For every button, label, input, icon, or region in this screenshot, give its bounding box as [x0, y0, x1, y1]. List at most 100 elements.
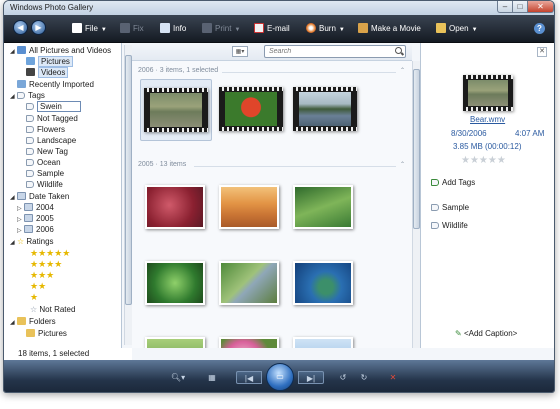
next-button[interactable]: ▶|	[298, 371, 324, 384]
rotate-right-button[interactable]: ↻	[358, 371, 370, 384]
info-rating[interactable]: ★★★★★	[461, 155, 506, 166]
rating-5-stars[interactable]: ★★★★★	[30, 248, 70, 259]
navigation-pane: ◢ All Pictures and Videos Pictures Videos…	[4, 43, 122, 348]
tree-tag-landscape[interactable]: Landscape	[26, 136, 76, 145]
info-tag-wildlife[interactable]: Wildlife	[431, 221, 468, 230]
tree-folder-pictures[interactable]: Pictures	[26, 329, 67, 338]
chevron-down-icon: ▼	[234, 27, 241, 33]
collapse-icon[interactable]: ◢	[10, 239, 17, 246]
nav-scroll-thumb[interactable]	[125, 55, 132, 305]
tag-name-editbox[interactable]: Swein	[26, 101, 81, 112]
tree-date-taken[interactable]: ◢ Date Taken	[10, 192, 69, 201]
info-filename[interactable]: Bear.wmv	[470, 115, 505, 124]
collapse-icon[interactable]: ◢	[10, 319, 17, 326]
rating-1-star[interactable]: ★	[30, 292, 38, 303]
rating-4-stars[interactable]: ★★★★	[30, 259, 62, 270]
tree-tag-sample[interactable]: Sample	[26, 169, 64, 178]
thumbnail-photo[interactable]	[288, 177, 360, 239]
expand-icon[interactable]: ▷	[17, 227, 24, 234]
minimize-button[interactable]: –	[497, 1, 513, 13]
rotate-left-button[interactable]: ↺	[337, 371, 349, 384]
collapse-icon[interactable]: ◢	[10, 48, 17, 55]
collapse-icon[interactable]: ◢	[10, 93, 17, 100]
previous-button[interactable]: |◀	[236, 371, 262, 384]
tree-pictures[interactable]: Pictures	[26, 56, 73, 67]
fix-button[interactable]: Fix	[120, 23, 144, 33]
tag-icon	[431, 222, 439, 229]
make-movie-button[interactable]: Make a Movie	[358, 23, 421, 33]
info-date[interactable]: 8/30/2006	[451, 129, 487, 138]
thumbnail-photo[interactable]	[214, 177, 286, 239]
tree-year-2005[interactable]: ▷ 2005	[17, 214, 54, 223]
print-menu[interactable]: Print ▼	[202, 23, 240, 33]
collapse-group-icon[interactable]: ⌃	[400, 161, 405, 168]
forward-button[interactable]: ▶	[31, 20, 46, 35]
tree-tags[interactable]: ◢ Tags	[10, 91, 45, 100]
file-menu[interactable]: File ▼	[72, 23, 107, 33]
thumbnail-butterfly-video[interactable]	[216, 79, 288, 141]
thumbnail-photo[interactable]	[214, 329, 286, 348]
empty-star-icon: ☆	[30, 305, 40, 314]
thumbnail-photo[interactable]	[140, 329, 212, 348]
thumbnail-lake-video[interactable]	[290, 79, 362, 141]
thumbnail-photo[interactable]	[288, 329, 360, 348]
search-input[interactable]	[264, 45, 406, 58]
tree-recently-imported[interactable]: Recently Imported	[17, 80, 94, 89]
add-caption-button[interactable]: ✎ <Add Caption>	[455, 329, 517, 338]
thumbnail-photo[interactable]	[288, 253, 360, 315]
main-scrollbar[interactable]	[412, 61, 420, 348]
zoom-button[interactable]: 🔍︎▾	[168, 371, 188, 384]
collapse-group-icon[interactable]: ⌃	[400, 67, 405, 74]
expand-icon[interactable]: ▷	[17, 205, 24, 212]
email-button[interactable]: E-mail	[254, 23, 290, 33]
thumbnail-photo[interactable]	[140, 253, 212, 315]
group-header-2006[interactable]: 2006 · 3 items, 1 selected	[138, 67, 218, 74]
tree-all-pictures-videos[interactable]: ◢ All Pictures and Videos	[10, 46, 111, 55]
view-options-button[interactable]: ▦▾	[232, 46, 248, 57]
info-time[interactable]: 4:07 AM	[515, 129, 544, 138]
rating-2-stars[interactable]: ★★	[30, 281, 46, 292]
close-info-pane-button[interactable]: ✕	[537, 47, 547, 57]
tree-videos[interactable]: Videos	[26, 67, 69, 78]
tree-tag-flowers[interactable]: Flowers	[26, 125, 65, 134]
open-menu[interactable]: Open ▼	[436, 23, 478, 33]
add-tags-button[interactable]: Add Tags	[431, 178, 475, 187]
close-button[interactable]: ✕	[527, 1, 554, 13]
group-header-2005[interactable]: 2005 · 13 items	[138, 161, 186, 168]
thumbnail-photo[interactable]	[214, 253, 286, 315]
actual-size-button[interactable]: ▦	[206, 371, 218, 384]
tag-icon	[26, 115, 34, 122]
calendar-icon	[24, 203, 33, 211]
back-button[interactable]: ◀	[13, 20, 28, 35]
help-button[interactable]: ?	[534, 23, 545, 34]
tag-icon	[26, 126, 34, 133]
tree-folders[interactable]: ◢ Folders	[10, 317, 56, 326]
tree-not-rated[interactable]: ☆ Not Rated	[30, 305, 75, 314]
info-tag-sample[interactable]: Sample	[431, 203, 469, 212]
search-icon[interactable]	[395, 47, 402, 54]
expand-icon[interactable]: ▷	[17, 216, 24, 223]
tree-tag-wildlife[interactable]: Wildlife	[26, 180, 63, 189]
thumbnail-bear-video[interactable]	[140, 79, 212, 141]
info-button[interactable]: Info	[160, 23, 186, 33]
rating-3-stars[interactable]: ★★★	[30, 270, 54, 281]
tree-not-tagged[interactable]: Not Tagged	[26, 114, 78, 123]
tree-ratings[interactable]: ◢ ☆ Ratings	[10, 237, 54, 246]
tree-tag-new[interactable]: New Tag	[26, 147, 68, 156]
slideshow-button[interactable]: ▭	[266, 363, 294, 391]
divider	[194, 166, 396, 167]
main-scroll-thumb[interactable]	[413, 69, 420, 229]
tree-tag-ocean[interactable]: Ocean	[26, 158, 61, 167]
tag-icon	[26, 159, 34, 166]
tree-year-2006[interactable]: ▷ 2006	[17, 225, 54, 234]
calendar-icon	[24, 225, 33, 233]
burn-menu[interactable]: Burn ▼	[306, 23, 345, 33]
maximize-button[interactable]: □	[512, 1, 528, 13]
delete-button[interactable]: ✕	[386, 371, 400, 384]
collapse-icon[interactable]: ◢	[10, 194, 17, 201]
tree-year-2004[interactable]: ▷ 2004	[17, 203, 54, 212]
nav-scrollbar[interactable]	[124, 45, 132, 345]
tag-icon	[17, 92, 25, 99]
thumbnail-photo[interactable]	[140, 177, 212, 239]
thumbnail-area: ▦▾ 2006 · 3 items, 1 selected ⌃ 2005 · 1…	[132, 43, 412, 348]
